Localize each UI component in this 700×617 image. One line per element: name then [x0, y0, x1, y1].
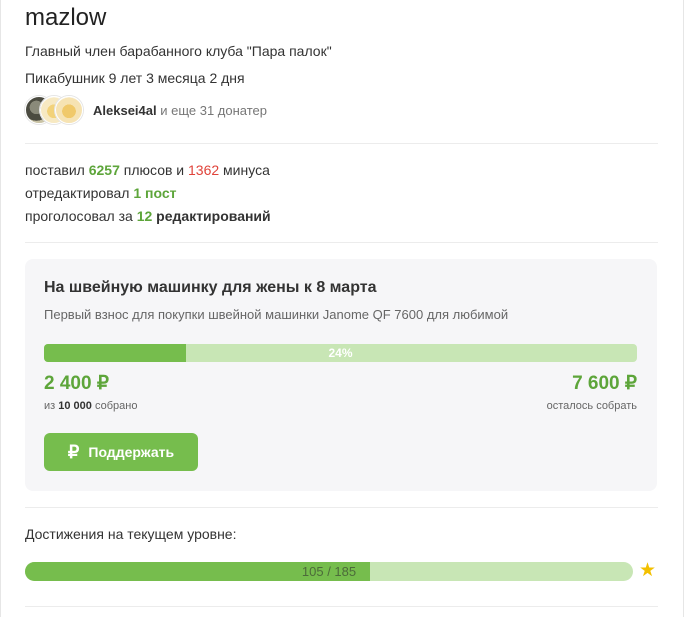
divider [25, 507, 658, 508]
caption-text: из [44, 400, 59, 412]
stats-text: поставил [25, 162, 89, 178]
right-border [683, 0, 684, 617]
stats-text[interactable]: редактирований [152, 208, 270, 224]
donation-title: На швейную машинку для жены к 8 марта [44, 279, 377, 296]
stats-edit-votes: проголосовал за 12 редактирований [25, 208, 271, 224]
donator-avatars[interactable] [25, 96, 85, 124]
remaining-amount: 7 600 ₽ [572, 373, 637, 394]
donators-row[interactable]: Aleksei4al и еще 31 донатер [25, 96, 267, 124]
divider [25, 143, 658, 144]
achievements-progress-bar[interactable]: 105 / 185 [25, 562, 633, 581]
donation-progress-label: 24% [328, 346, 353, 360]
left-border [0, 0, 1, 617]
caption-text: собрано [91, 400, 138, 412]
divider [25, 242, 658, 243]
donation-description: Первый взнос для покупки швейной машинки… [44, 307, 509, 322]
collected-amount: 2 400 ₽ [44, 373, 109, 394]
user-subtitle: Главный член барабанного клуба "Пара пал… [25, 43, 332, 59]
donation-card: На швейную машинку для жены к 8 марта Пе… [25, 259, 657, 491]
stats-edits: отредактировал 1 пост [25, 185, 176, 201]
remaining-caption: осталось собрать [546, 400, 637, 412]
user-tenure: Пикабушник 9 лет 3 месяца 2 дня [25, 70, 245, 86]
achievements-progress-label: 105 / 185 [301, 564, 357, 579]
support-button-label: Поддержать [88, 444, 175, 460]
stats-votes: поставил 6257 плюсов и 1362 минуса [25, 162, 270, 178]
star-icon[interactable]: ★ [639, 561, 656, 581]
divider [25, 606, 658, 607]
edit-votes-count[interactable]: 12 [137, 208, 153, 224]
username[interactable]: mazlow [25, 4, 106, 32]
stats-text: проголосовал за [25, 208, 137, 224]
donators-count-text: и еще 31 донатер [156, 102, 267, 118]
stats-text: отредактировал [25, 185, 134, 201]
achievements-title: Достижения на текущем уровне: [25, 526, 237, 542]
goal-amount: 10 000 [58, 400, 92, 412]
plus-count: 6257 [88, 162, 120, 178]
minus-count: 1362 [188, 162, 220, 178]
stats-text: плюсов и [119, 162, 189, 178]
support-button[interactable]: ₽ Поддержать [44, 433, 198, 471]
ruble-icon: ₽ [67, 441, 80, 462]
collected-caption: из 10 000 собрано [44, 400, 137, 412]
profile-page: mazlow Главный член барабанного клуба "П… [0, 0, 700, 617]
avatar[interactable] [55, 96, 83, 124]
donation-progress-bar: 24% [44, 344, 637, 362]
stats-text: минуса [219, 162, 270, 178]
top-donator-name[interactable]: Aleksei4al [93, 103, 157, 118]
donators-text: Aleksei4al и еще 31 донатер [93, 103, 267, 118]
edited-posts-count[interactable]: 1 пост [133, 185, 176, 201]
